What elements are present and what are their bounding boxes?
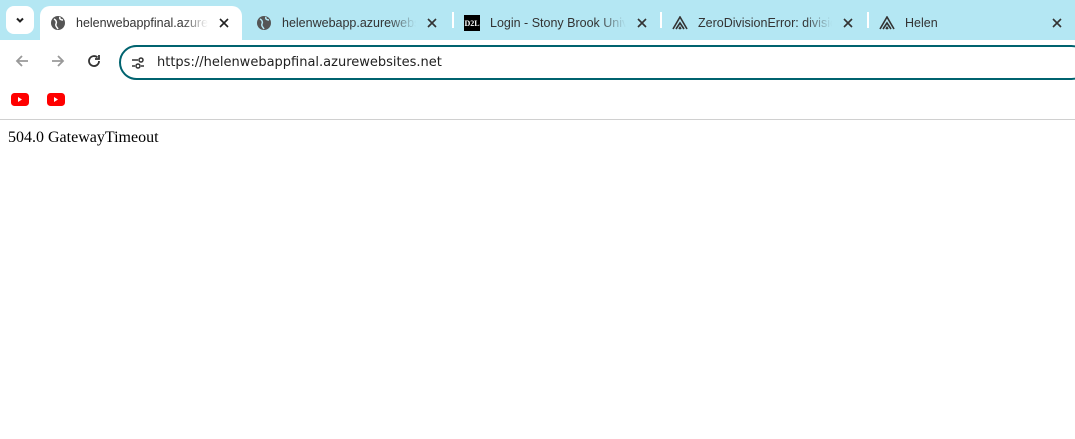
close-icon xyxy=(1052,18,1062,28)
close-tab-button[interactable] xyxy=(634,15,650,31)
close-icon xyxy=(637,18,647,28)
tab-title: helenwebappfinal.azurewe xyxy=(76,16,208,30)
sentry-icon xyxy=(672,16,688,30)
tab-strip: helenwebappfinal.azurewe helenwebapp.azu… xyxy=(0,0,1075,40)
sentry-icon xyxy=(879,16,895,30)
close-tab-button[interactable] xyxy=(424,15,440,31)
youtube-icon[interactable] xyxy=(11,93,29,107)
address-bar[interactable]: https://helenwebappfinal.azurewebsites.n… xyxy=(119,45,1075,80)
tab-helenwebappfinal[interactable]: helenwebappfinal.azurewe xyxy=(40,6,242,40)
tab-zerodivisionerror[interactable]: ZeroDivisionError: division xyxy=(662,6,866,40)
tab-title: ZeroDivisionError: division xyxy=(698,16,832,30)
globe-icon xyxy=(257,16,271,30)
tab-title: helenwebapp.azurewebsit xyxy=(282,16,416,30)
close-icon xyxy=(427,18,437,28)
reload-icon xyxy=(88,55,100,67)
close-tab-button[interactable] xyxy=(840,15,856,31)
globe-icon xyxy=(51,16,65,30)
tab-title: Login - Stony Brook Unive xyxy=(490,16,626,30)
reload-button[interactable] xyxy=(84,51,104,71)
tab-helen[interactable]: Helen xyxy=(869,6,1075,40)
back-button[interactable] xyxy=(12,51,32,71)
d2l-icon: D2L xyxy=(464,15,480,31)
close-icon xyxy=(219,18,229,28)
tab-helenwebapp[interactable]: helenwebapp.azurewebsit xyxy=(246,6,450,40)
forward-button[interactable] xyxy=(48,51,68,71)
close-icon xyxy=(843,18,853,28)
site-settings-icon[interactable] xyxy=(131,56,145,70)
bookmarks-bar xyxy=(0,82,1075,120)
arrow-right-icon xyxy=(52,55,65,67)
toolbar: https://helenwebappfinal.azurewebsites.n… xyxy=(0,40,1075,82)
error-message: 504.0 GatewayTimeout xyxy=(8,129,159,146)
close-tab-button[interactable] xyxy=(216,15,232,31)
chevron-down-icon xyxy=(16,17,24,23)
tab-title: Helen xyxy=(905,16,938,30)
arrow-left-icon xyxy=(15,55,28,67)
youtube-icon[interactable] xyxy=(47,93,65,107)
close-tab-button[interactable] xyxy=(1049,15,1065,31)
tab-stony-brook-login[interactable]: D2L Login - Stony Brook Unive xyxy=(454,6,660,40)
tab-search-button[interactable] xyxy=(6,6,34,34)
url-text[interactable]: https://helenwebappfinal.azurewebsites.n… xyxy=(157,55,442,70)
